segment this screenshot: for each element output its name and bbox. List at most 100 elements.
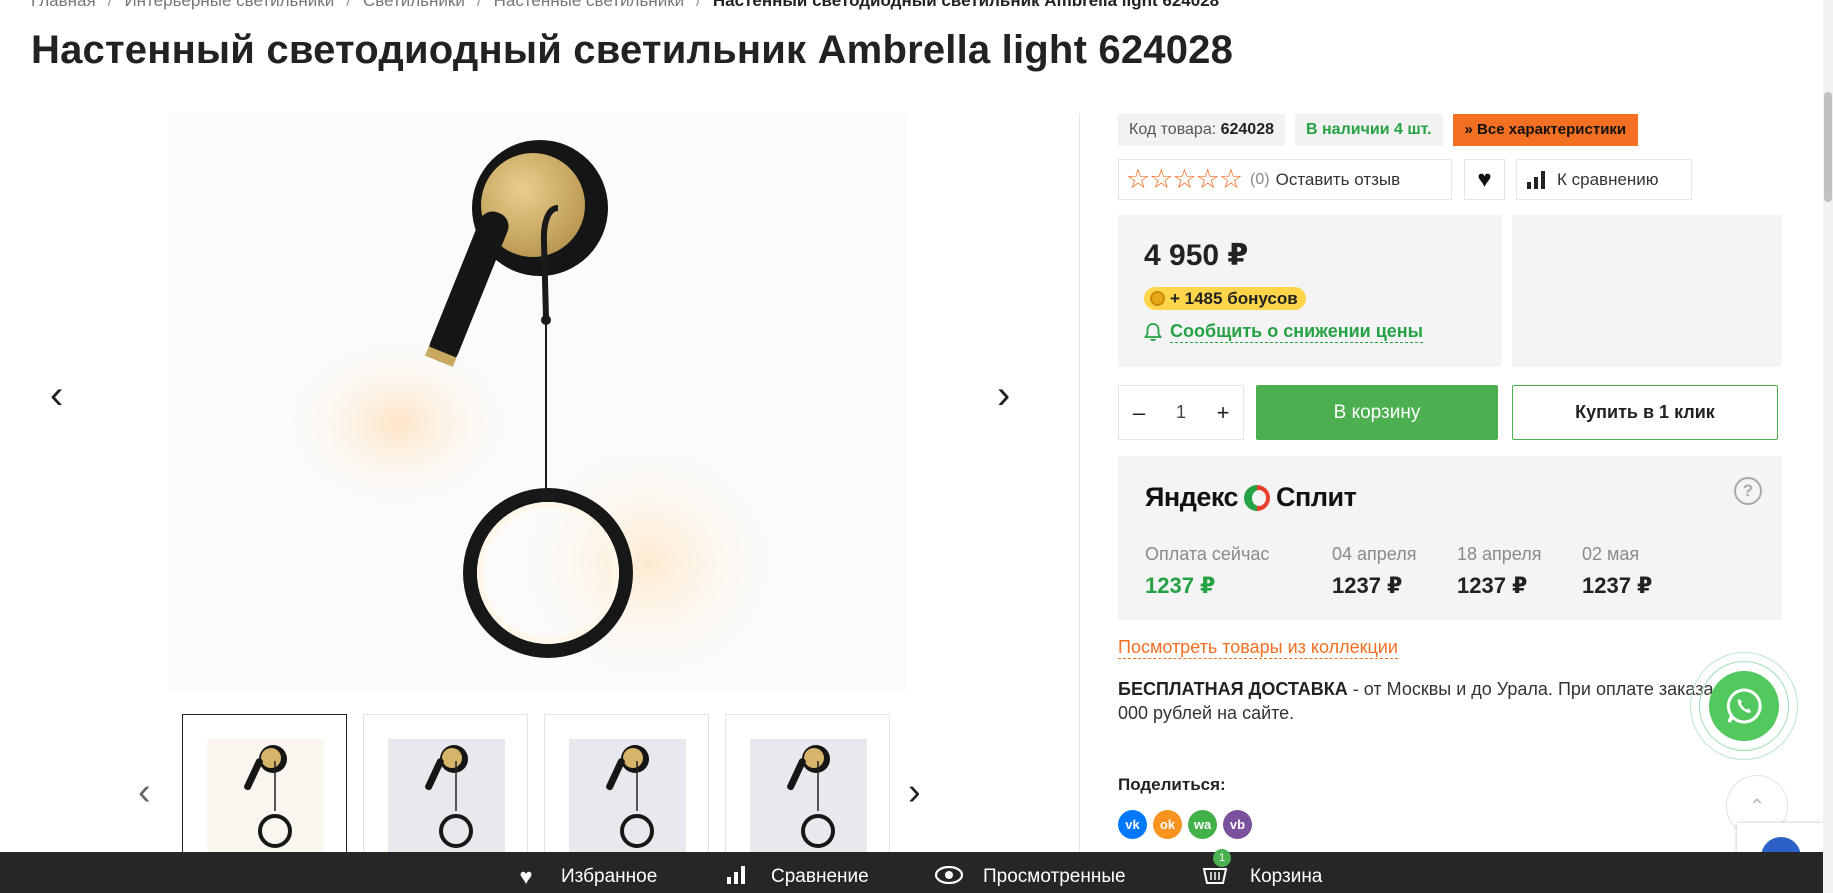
- breadcrumb-item-lights[interactable]: Светильники: [363, 0, 465, 10]
- heart-icon: ♥: [519, 863, 533, 889]
- compare-label: К сравнению: [1557, 169, 1659, 189]
- quantity-decrease-button[interactable]: –: [1129, 400, 1149, 426]
- price-box: 4 950 ₽ + 1485 бонусов Сообщить о снижен…: [1118, 215, 1502, 367]
- split-logo-icon: [1244, 484, 1271, 511]
- split-date-label: 02 мая: [1582, 544, 1640, 564]
- vk-share-icon[interactable]: vk: [1118, 810, 1147, 839]
- split-amount: 1237 ₽: [1582, 573, 1653, 598]
- bottom-nav-viewed-label: Просмотренные: [983, 865, 1126, 887]
- delivery-info: БЕСПЛАТНАЯ ДОСТАВКА - от Москвы и до Ура…: [1118, 677, 1783, 725]
- thumbnail-strip: [182, 714, 890, 854]
- bar-chart-icon: [1527, 170, 1545, 189]
- add-to-cart-button[interactable]: В корзину: [1256, 385, 1498, 440]
- product-code-value: 624028: [1220, 121, 1274, 138]
- lamp-thumbnail-image: [787, 745, 835, 848]
- page-title: Настенный светодиодный светильник Ambrel…: [31, 28, 1234, 72]
- bell-icon: [1144, 323, 1162, 342]
- split-brand-left: Яндекс: [1145, 482, 1239, 512]
- all-specs-label: Все характеристики: [1477, 121, 1627, 138]
- breadcrumb-item-home[interactable]: Главная: [31, 0, 96, 10]
- product-meta-row: Код товара: 624028 В наличии 4 шт. »︎ Вс…: [1118, 114, 1639, 146]
- share-buttons: vk ok wa vb: [1118, 810, 1252, 839]
- thumbnail-1[interactable]: [182, 714, 347, 854]
- split-amount: 1237 ₽: [1457, 573, 1528, 598]
- breadcrumb: Главная / Интерьерные светильники / Светильн…: [31, 0, 1219, 11]
- eye-icon: [934, 864, 964, 890]
- bar-chart-icon: [723, 864, 749, 890]
- thumbnails-prev-arrow[interactable]: ‹: [138, 773, 151, 811]
- split-payment-now: Оплата сейчас 1237 ₽: [1145, 544, 1269, 599]
- split-date-label: 04 апреля: [1332, 544, 1417, 564]
- leave-review-link[interactable]: Оставить отзыв: [1276, 170, 1401, 190]
- help-icon[interactable]: ?: [1734, 477, 1762, 505]
- split-payment-3: 18 апреля 1237 ₽: [1457, 544, 1541, 599]
- stock-status-badge: В наличии 4 шт.: [1295, 114, 1443, 146]
- price-side-panel: [1512, 215, 1782, 367]
- breadcrumb-separator: /: [696, 0, 701, 10]
- collection-link[interactable]: Посмотреть товары из коллекции: [1118, 637, 1398, 659]
- split-amount: 1237 ₽: [1145, 573, 1216, 598]
- thumbnail-4[interactable]: [725, 714, 890, 854]
- review-count: (0): [1250, 170, 1270, 188]
- product-price: 4 950 ₽: [1144, 239, 1249, 272]
- breadcrumb-item-wall-lights[interactable]: Настенные светильники: [494, 0, 685, 10]
- bottom-nav-favorites[interactable]: ♥ Избранное: [513, 852, 657, 893]
- favorite-button[interactable]: ♥: [1464, 159, 1505, 200]
- gallery-next-arrow[interactable]: ›: [997, 375, 1010, 415]
- quantity-input[interactable]: 1: [1161, 402, 1201, 423]
- breadcrumb-item-interior-lights[interactable]: Интерьерные светильники: [124, 0, 334, 10]
- rating-box: ☆☆☆☆☆ (0) Оставить отзыв: [1118, 159, 1452, 200]
- bottom-nav-compare[interactable]: Сравнение: [723, 852, 869, 893]
- split-amount: 1237 ₽: [1332, 573, 1403, 598]
- bottom-nav-compare-label: Сравнение: [771, 865, 869, 887]
- all-specs-button[interactable]: »︎ Все характеристики: [1452, 114, 1639, 146]
- chevron-up-icon: ⌃: [1748, 795, 1766, 818]
- cart-count-badge: 1: [1213, 849, 1231, 867]
- breadcrumb-current: Настенный светодиодный светильник Ambrel…: [712, 0, 1220, 10]
- coin-icon: [1150, 291, 1165, 306]
- product-main-image[interactable]: [168, 113, 906, 690]
- thumbnail-3[interactable]: [544, 714, 709, 854]
- whatsapp-share-icon[interactable]: wa: [1188, 810, 1217, 839]
- page-scrollbar[interactable]: [1823, 0, 1833, 893]
- whatsapp-icon: [1726, 688, 1762, 724]
- product-code-label: Код товара:: [1129, 121, 1217, 138]
- breadcrumb-separator: /: [476, 0, 482, 10]
- delivery-title: БЕСПЛАТНАЯ ДОСТАВКА: [1118, 679, 1348, 699]
- wall-lamp-illustration: [278, 140, 788, 690]
- scrollbar-thumb[interactable]: [1824, 92, 1832, 202]
- share-title: Поделиться:: [1118, 775, 1226, 794]
- bottom-nav-viewed[interactable]: Просмотренные: [934, 852, 1126, 893]
- viber-share-icon[interactable]: vb: [1223, 810, 1252, 839]
- bottom-nav-bar: ♥ Избранное Сравнение Просмотренные Корз…: [0, 849, 1823, 893]
- bonus-badge: + 1485 бонусов: [1144, 287, 1306, 310]
- breadcrumb-separator: /: [107, 0, 113, 10]
- split-date-label: Оплата сейчас: [1145, 544, 1270, 564]
- compare-button[interactable]: К сравнению: [1516, 159, 1692, 200]
- double-chevron-down-icon: »︎: [1464, 121, 1473, 138]
- buy-one-click-button[interactable]: Купить в 1 клик: [1512, 385, 1778, 440]
- breadcrumb-separator: /: [346, 0, 351, 10]
- rating-stars[interactable]: ☆☆☆☆☆: [1126, 166, 1243, 193]
- bottom-nav-favorites-label: Избранное: [561, 865, 658, 887]
- yandex-split-box: Яндекс Сплит ? Оплата сейчас 1237 ₽ 04 а…: [1118, 456, 1782, 620]
- lamp-thumbnail-image: [425, 745, 473, 848]
- thumbnails-next-arrow[interactable]: ›: [908, 773, 921, 811]
- bottom-nav-cart-label: Корзина: [1250, 865, 1323, 887]
- bonus-text: + 1485 бонусов: [1170, 289, 1298, 308]
- heart-icon: ♥: [1477, 165, 1492, 193]
- whatsapp-float-ring: [1699, 661, 1789, 751]
- split-payment-2: 04 апреля 1237 ₽: [1332, 544, 1416, 599]
- quantity-increase-button[interactable]: +: [1213, 400, 1233, 426]
- split-brand-right: Сплит: [1276, 482, 1357, 512]
- quantity-stepper: – 1 +: [1118, 385, 1244, 440]
- odnoklassniki-share-icon[interactable]: ok: [1153, 810, 1182, 839]
- price-drop-notify-link[interactable]: Сообщить о снижении цены: [1144, 321, 1424, 343]
- split-payment-4: 02 мая 1237 ₽: [1582, 544, 1652, 599]
- lamp-thumbnail-image: [606, 745, 654, 848]
- gallery-prev-arrow[interactable]: ‹: [50, 375, 63, 415]
- column-divider: [1079, 113, 1080, 853]
- whatsapp-chat-button[interactable]: [1709, 671, 1779, 741]
- thumbnail-2[interactable]: [363, 714, 528, 854]
- yandex-split-logo: Яндекс Сплит: [1145, 482, 1357, 513]
